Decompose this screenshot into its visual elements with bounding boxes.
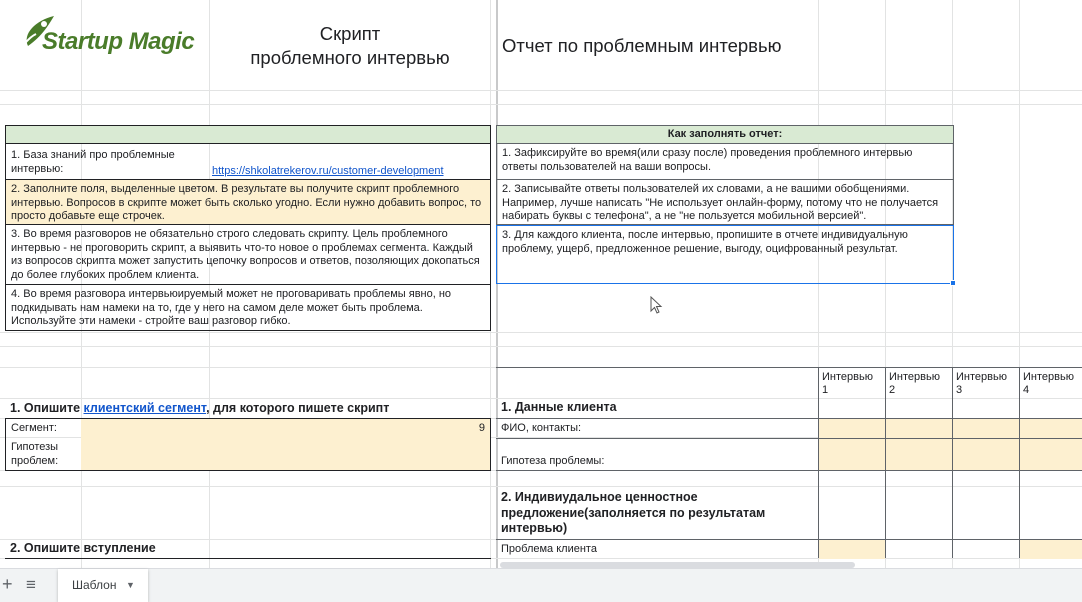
how-to-row-3[interactable]: 3. Для каждого клиента, после интервью, … [496, 225, 954, 284]
left-section-2-heading: 2. Опишите вступление [5, 540, 491, 559]
hypothesis-cell-1[interactable] [819, 439, 885, 471]
startup-magic-logo: Startup Magic [18, 12, 198, 64]
sheet-tabs-bar: + ≡ Шаблон ▼ [0, 568, 1082, 602]
fio-cell-1[interactable] [819, 419, 885, 438]
problem-label: Проблема клиента [501, 543, 597, 555]
hypothesis-label: Гипотеза проблемы: [501, 455, 605, 467]
selection-handle[interactable] [950, 280, 956, 286]
how-to-row-2[interactable]: 2. Записывайте ответы пользователей их с… [496, 179, 954, 225]
segment-input[interactable]: 9 [81, 419, 491, 438]
segment-value: 9 [478, 422, 485, 434]
right-section-2-heading: 2. Индивиудальное ценностное предложение… [501, 490, 766, 535]
left-header-bar [5, 125, 491, 144]
knowledge-base-link[interactable]: https://shkolatrekerov.ru/customer-devel… [212, 165, 444, 179]
script-title-line2: проблемного интервью [250, 47, 450, 68]
instruction-text-1: 1. База знаний про проблемные интервью: [11, 149, 175, 175]
mouse-cursor-icon [650, 296, 663, 314]
fio-label: ФИО, контакты: [501, 422, 582, 434]
add-sheet-button[interactable]: + [2, 574, 13, 595]
problem-cell-4[interactable] [1020, 540, 1082, 559]
instruction-row-2[interactable]: 2. Заполните поля, выделенные цветом. В … [5, 179, 491, 225]
logo-text: Startup Magic [42, 28, 195, 55]
chevron-down-icon[interactable]: ▼ [126, 569, 135, 602]
instruction-row-4[interactable]: 4. Во время разговора интервьюируемый мо… [5, 284, 491, 331]
right-section-1-heading: 1. Данные клиента [501, 400, 617, 414]
hypotheses-label: Гипотезы проблем: [5, 438, 81, 471]
script-title: Скрипт проблемного интервью [210, 22, 490, 70]
left-section-1-heading: 1. Опишите клиентский сегмент, для котор… [5, 401, 491, 419]
interview-header-4: Интервью 4 [1023, 371, 1074, 396]
interview-header-3: Интервью 3 [956, 371, 1007, 396]
how-to-row-1[interactable]: 1. Зафиксируйте во время(или сразу после… [496, 143, 954, 180]
hypothesis-row-bottom [496, 470, 1082, 471]
hypothesis-cell-2[interactable] [886, 439, 952, 471]
hypothesis-cell-4[interactable] [1020, 439, 1082, 471]
sheet-tab-label: Шаблон [72, 578, 117, 592]
report-title: Отчет по проблемным интервью [502, 35, 782, 56]
how-to-header: Как заполнять отчет: [496, 125, 954, 144]
section-1-prefix: 1. Опишите [10, 401, 84, 415]
instruction-row-3[interactable]: 3. Во время разговоров не обязательно ст… [5, 224, 491, 285]
client-segment-link[interactable]: клиентский сегмент [84, 401, 207, 415]
instruction-row-1[interactable]: 1. База знаний про проблемные интервью: … [5, 143, 491, 180]
interview-header-2: Интервью 2 [889, 371, 940, 396]
script-title-line1: Скрипт [319, 23, 381, 44]
hypotheses-input[interactable] [81, 438, 491, 471]
all-sheets-menu-button[interactable]: ≡ [26, 575, 36, 595]
problem-cell-1[interactable] [819, 540, 885, 559]
fio-cell-3[interactable] [953, 419, 1019, 438]
hypothesis-cell-3[interactable] [953, 439, 1019, 471]
sheet-tab-template[interactable]: Шаблон ▼ [58, 569, 148, 602]
section-1-suffix: , для которого пишете скрипт [206, 401, 390, 415]
fio-cell-2[interactable] [886, 419, 952, 438]
fio-cell-4[interactable] [1020, 419, 1082, 438]
interview-header-1: Интервью 1 [822, 371, 873, 396]
segment-label: Сегмент: [5, 419, 81, 438]
